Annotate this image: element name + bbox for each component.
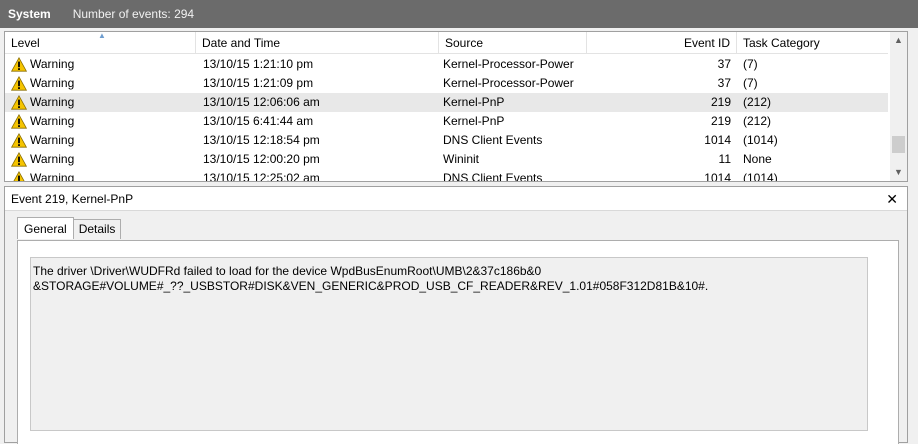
event-date: 13/10/15 12:25:02 am: [203, 171, 320, 182]
event-date: 13/10/15 12:00:20 pm: [203, 152, 320, 166]
event-task-category: (1014): [743, 171, 778, 182]
event-source: Kernel-PnP: [443, 95, 505, 109]
event-description-line: The driver \Driver\WUDFRd failed to load…: [33, 264, 542, 278]
event-date: 13/10/15 12:18:54 pm: [203, 133, 320, 147]
event-id: 11: [718, 152, 731, 166]
event-level: Warning: [11, 93, 196, 112]
event-level-label: Warning: [30, 95, 75, 109]
event-id: 1014: [704, 133, 731, 147]
event-source: DNS Client Events: [443, 171, 543, 182]
event-description[interactable]: The driver \Driver\WUDFRd failed to load…: [30, 257, 868, 431]
log-title: System: [8, 7, 51, 21]
event-task-category: None: [743, 152, 772, 166]
column-headers: Level ▲ Date and Time Source Event ID Ta…: [5, 32, 888, 54]
warning-icon: [11, 76, 27, 91]
event-level: Warning: [11, 74, 196, 93]
warning-icon: [11, 95, 27, 110]
event-date: 13/10/15 1:21:09 pm: [203, 76, 314, 90]
event-rows: Warning 13/10/15 1:21:10 pm Kernel-Process…: [5, 55, 888, 182]
event-row[interactable]: Warning 13/10/15 12:25:02 am DNS Client Ev…: [5, 169, 888, 182]
tab-general[interactable]: General: [17, 217, 74, 239]
event-description-line: &STORAGE#VOLUME#_??_USBSTOR#DISK&VEN_GEN…: [33, 279, 709, 293]
event-source: Wininit: [443, 152, 480, 166]
event-count: Number of events: 294: [72, 7, 195, 21]
event-row[interactable]: Warning 13/10/15 12:06:06 am Kernel-PnP 219…: [5, 93, 888, 112]
event-level: Warning: [11, 112, 196, 131]
scroll-down-icon[interactable]: ▼: [890, 164, 907, 181]
event-task-category: (212): [743, 95, 772, 109]
close-icon[interactable]: ✕: [886, 187, 898, 211]
event-task-category: (212): [743, 114, 772, 128]
event-level: Warning: [11, 131, 196, 150]
warning-icon: [11, 133, 27, 148]
warning-icon: [11, 57, 27, 72]
event-date: 13/10/15 1:21:10 pm: [203, 57, 314, 71]
event-level-label: Warning: [30, 171, 75, 182]
log-title-bar: System Number of events: 294: [0, 0, 918, 28]
column-header-event-id[interactable]: Event ID: [587, 32, 737, 54]
event-level-label: Warning: [30, 152, 75, 166]
detail-title: Event 219, Kernel-PnP: [11, 192, 134, 206]
event-level-label: Warning: [30, 57, 75, 71]
event-source: Kernel-PnP: [443, 114, 505, 128]
event-detail-panel: Event 219, Kernel-PnP ✕ General Details …: [4, 186, 908, 444]
general-tab-content: The driver \Driver\WUDFRd failed to load…: [17, 240, 899, 444]
event-level-label: Warning: [30, 76, 75, 90]
event-row[interactable]: Warning 13/10/15 6:41:44 am Kernel-PnP 219 (…: [5, 112, 888, 131]
event-id: 219: [710, 114, 731, 128]
event-list-panel: Level ▲ Date and Time Source Event ID Ta…: [4, 31, 908, 182]
sort-arrow-icon: ▲: [98, 31, 106, 40]
event-date: 13/10/15 12:06:06 am: [203, 95, 320, 109]
event-row[interactable]: Warning 13/10/15 12:18:54 pm DNS Client Ev…: [5, 131, 888, 150]
event-task-category: (1014): [743, 133, 778, 147]
event-level: Warning: [11, 150, 196, 169]
event-id: 1014: [704, 171, 731, 182]
column-header-source[interactable]: Source: [439, 32, 587, 54]
warning-icon: [13, 171, 25, 181]
event-row[interactable]: Warning 13/10/15 1:21:09 pm Kernel-Process…: [5, 74, 888, 93]
warning-icon: [11, 114, 27, 129]
scroll-up-icon[interactable]: ▲: [890, 32, 907, 49]
tab-details[interactable]: Details: [72, 219, 122, 239]
event-row[interactable]: Warning 13/10/15 12:00:20 pm Wininit 11 None: [5, 150, 888, 169]
event-task-category: (7): [743, 57, 758, 71]
event-level: Warning: [11, 169, 196, 182]
event-id: 37: [717, 57, 731, 71]
event-level-label: Warning: [30, 114, 75, 128]
event-id: 37: [717, 76, 731, 90]
column-header-task-category[interactable]: Task Category: [737, 32, 888, 54]
event-source: DNS Client Events: [443, 133, 543, 147]
event-source: Kernel-Processor-Power: [443, 57, 574, 71]
event-task-category: (7): [743, 76, 758, 90]
event-list-scrollbar[interactable]: ▲ ▼: [890, 32, 907, 181]
scroll-thumb[interactable]: [892, 136, 905, 153]
event-date: 13/10/15 6:41:44 am: [203, 114, 314, 128]
event-id: 219: [710, 95, 731, 109]
column-header-date[interactable]: Date and Time: [196, 32, 439, 54]
event-level-label: Warning: [30, 133, 75, 147]
detail-tabs: General Details: [17, 217, 122, 240]
event-source: Kernel-Processor-Power: [443, 76, 574, 90]
warning-icon: [11, 152, 27, 167]
event-level: Warning: [11, 55, 196, 74]
detail-header: Event 219, Kernel-PnP ✕: [5, 187, 907, 211]
event-row[interactable]: Warning 13/10/15 1:21:10 pm Kernel-Process…: [5, 55, 888, 74]
